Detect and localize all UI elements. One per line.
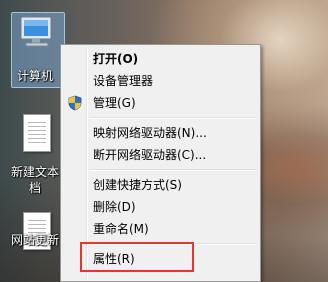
red-highlight-annotation <box>80 242 194 272</box>
desktop-icon-label: 计算机 <box>16 69 53 83</box>
menu-item-create-shortcut[interactable]: 创建快捷方式(S) <box>63 174 258 196</box>
menu-item-open[interactable]: 打开(O) <box>63 48 258 70</box>
menu-item-device-manager[interactable]: 设备管理器 <box>63 70 258 92</box>
desktop-icon-computer[interactable]: 计算机 <box>4 6 66 88</box>
text-document-icon <box>23 114 53 154</box>
uac-shield-icon <box>67 95 83 111</box>
menu-separator <box>90 117 256 119</box>
menu-item-delete[interactable]: 删除(D) <box>63 196 258 218</box>
menu-item-rename[interactable]: 重命名(M) <box>63 218 258 240</box>
menu-item-disconnect-network-drive[interactable]: 断开网络驱动器(C)... <box>63 144 258 166</box>
desktop-icon-text-document[interactable]: 新建文本 档 <box>4 112 66 198</box>
menu-separator <box>90 169 256 171</box>
menu-item-manage[interactable]: 管理(G) <box>63 92 258 114</box>
desktop-icon-label: 新建文本 档 <box>10 165 59 195</box>
desktop-icon-website-update[interactable]: 网站更新 <box>4 210 66 280</box>
computer-icon <box>18 16 56 50</box>
menu-item-map-network-drive[interactable]: 映射网络驱动器(N)... <box>63 122 258 144</box>
desktop-icon-label: 网站更新 <box>10 233 59 247</box>
